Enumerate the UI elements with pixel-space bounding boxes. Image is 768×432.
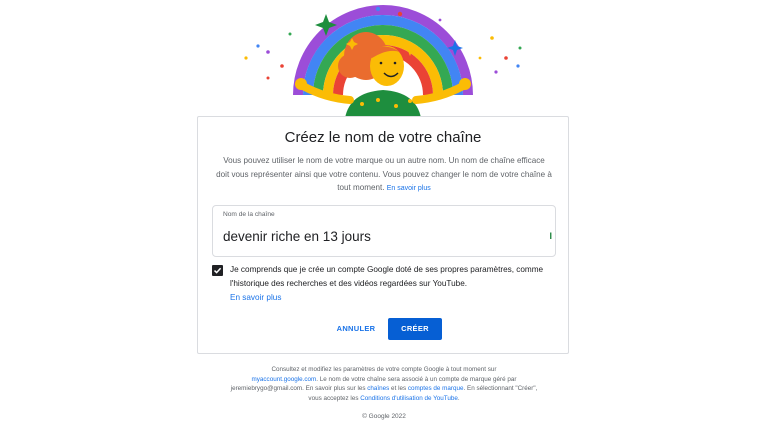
dialog-description: Vous pouvez utiliser le nom de votre mar… <box>216 154 552 196</box>
footer-notice: Consultez et modifiez les paramètres de … <box>226 365 542 404</box>
footer-text-3: et les <box>389 385 408 393</box>
footer-text-5: . <box>457 395 460 403</box>
footer-text-1: Consultez et modifiez les paramètres de … <box>271 366 497 373</box>
create-channel-dialog: Créez le nom de votre chaîne Vous pouvez… <box>197 116 569 354</box>
description-text: Vous pouvez utiliser le nom de votre mar… <box>216 156 552 192</box>
myaccount-link[interactable]: myaccount.google.com <box>252 376 317 383</box>
dialog-title: Créez le nom de votre chaîne <box>284 129 482 146</box>
learn-more-link[interactable]: En savoir plus <box>387 185 431 192</box>
consent-text: Je comprends que je crée un compte Googl… <box>230 265 544 288</box>
channel-name-input[interactable]: devenir riche en 13 jours <box>223 229 371 244</box>
brand-accounts-link[interactable]: comptes de marque <box>408 385 464 392</box>
consent-checkbox[interactable] <box>212 265 223 276</box>
create-button[interactable]: CRÉER <box>388 318 442 340</box>
channel-name-label: Nom de la chaîne <box>223 211 275 218</box>
channels-link[interactable]: chaînes <box>367 385 389 392</box>
character-counter: I <box>549 231 552 241</box>
copyright: © Google 2022 <box>362 413 406 420</box>
cancel-button[interactable]: ANNULER <box>334 322 378 336</box>
checkmark-icon <box>213 267 222 274</box>
channel-name-field[interactable]: Nom de la chaîne devenir riche en 13 jou… <box>212 205 556 257</box>
consent-learn-more-link[interactable]: En savoir plus <box>230 293 281 302</box>
rainbow-celebration-illustration <box>0 0 768 120</box>
terms-link[interactable]: Conditions d'utilisation de YouTube <box>360 395 458 402</box>
